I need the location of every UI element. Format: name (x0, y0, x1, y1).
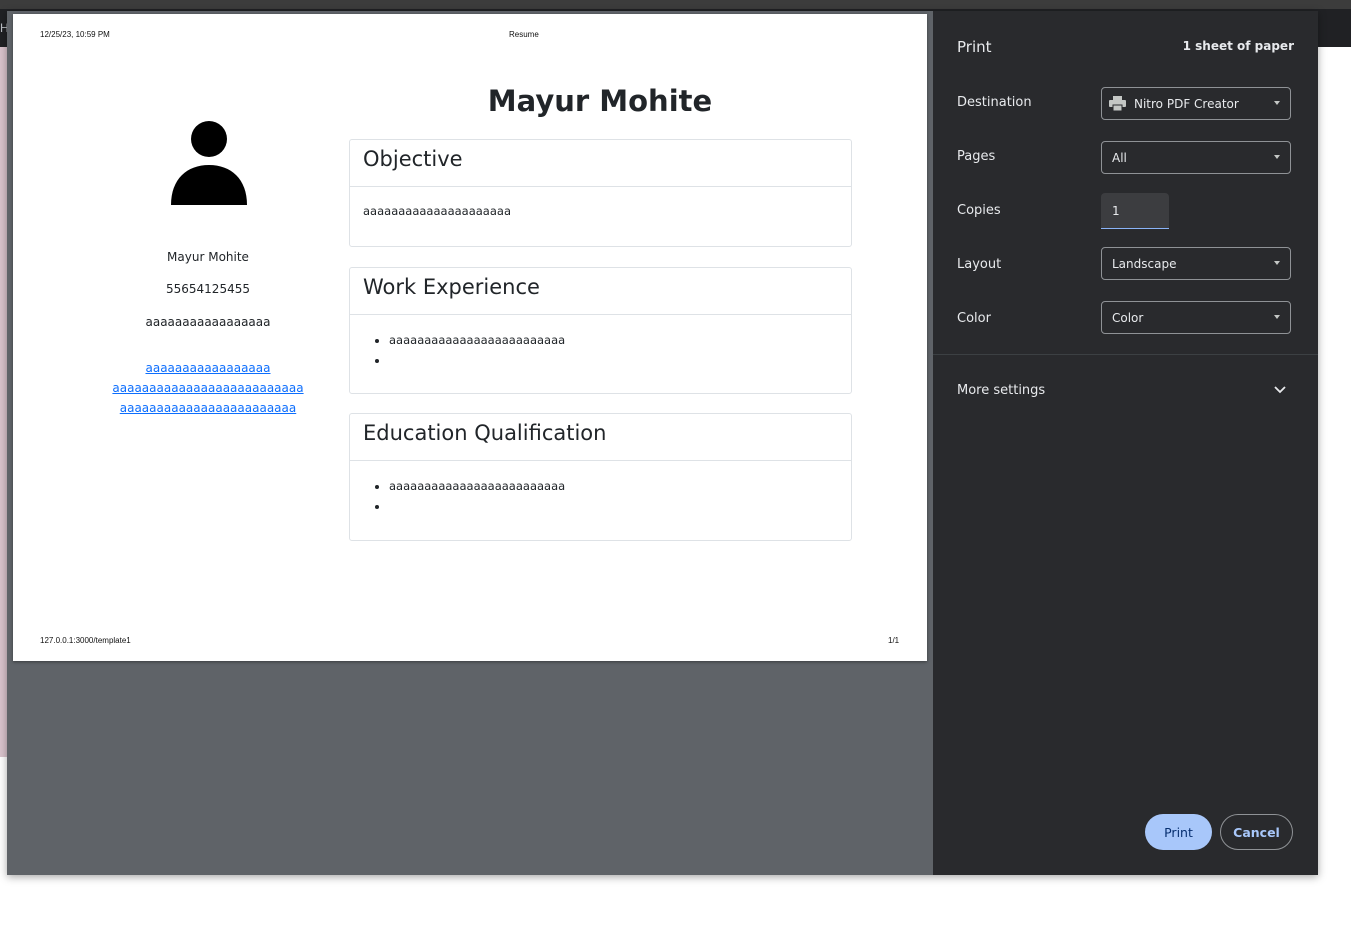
destination-label: Destination (957, 95, 1032, 110)
destination-value: Nitro PDF Creator (1134, 97, 1239, 111)
list-item: aaaaaaaaaaaaaaaaaaaaaaaaa (389, 476, 565, 496)
person-avatar-icon (171, 121, 247, 205)
printer-icon (1109, 96, 1126, 111)
education-card: Education Qualification aaaaaaaaaaaaaaaa… (349, 413, 852, 541)
work-experience-list: aaaaaaaaaaaaaaaaaaaaaaaaa (363, 330, 565, 370)
caret-down-icon (1274, 315, 1280, 319)
pages-label: Pages (957, 149, 996, 164)
page-header-title: Resume (509, 30, 539, 39)
objective-text: aaaaaaaaaaaaaaaaaaaaa (363, 204, 511, 218)
color-value: Color (1112, 311, 1144, 325)
list-item (389, 496, 565, 516)
color-label: Color (957, 311, 991, 326)
objective-card: Objective aaaaaaaaaaaaaaaaaaaaa (349, 139, 852, 247)
print-settings-panel: Print 1 sheet of paper Destination Nitro… (933, 11, 1318, 875)
education-list: aaaaaaaaaaaaaaaaaaaaaaaaa (363, 476, 565, 516)
print-button[interactable]: Print (1145, 814, 1212, 850)
sidebar-text: aaaaaaaaaaaaaaaaa (145, 315, 271, 329)
education-title: Education Qualification (363, 421, 607, 445)
layout-value: Landscape (1112, 257, 1177, 271)
more-settings-toggle[interactable]: More settings (957, 383, 1045, 398)
panel-divider (933, 354, 1318, 355)
work-experience-title: Work Experience (363, 275, 540, 299)
cancel-button[interactable]: Cancel (1220, 814, 1293, 850)
pages-value: All (1112, 151, 1127, 165)
layout-select[interactable]: Landscape (1101, 247, 1291, 280)
chevron-down-icon[interactable] (1274, 386, 1286, 394)
work-experience-card: Work Experience aaaaaaaaaaaaaaaaaaaaaaaa… (349, 267, 852, 394)
sidebar-name: Mayur Mohite (167, 250, 249, 264)
layout-label: Layout (957, 257, 1002, 272)
color-select[interactable]: Color (1101, 301, 1291, 334)
page-footer-page-number: 1/1 (888, 636, 900, 645)
panel-title: Print (957, 38, 992, 56)
pages-select[interactable]: All (1101, 141, 1291, 174)
objective-card-header: Objective (350, 140, 851, 187)
page-header-date: 12/25/23, 10:59 PM (40, 30, 110, 39)
sheet-count: 1 sheet of paper (1182, 39, 1294, 53)
sidebar-link-3[interactable]: aaaaaaaaaaaaaaaaaaaaaaaa (103, 401, 313, 415)
sidebar-link-2[interactable]: aaaaaaaaaaaaaaaaaaaaaaaaaa (103, 381, 313, 395)
resume-heading: Mayur Mohite (487, 84, 713, 118)
caret-down-icon (1274, 155, 1280, 159)
sidebar-phone: 55654125455 (166, 282, 250, 296)
page-footer-url: 127.0.0.1:3000/template1 (40, 636, 131, 645)
copies-label: Copies (957, 203, 1001, 218)
print-preview-area[interactable]: 12/25/23, 10:59 PM Resume Mayur Mohite 5… (7, 11, 933, 875)
work-experience-card-header: Work Experience (350, 268, 851, 315)
caret-down-icon (1274, 101, 1280, 105)
destination-select[interactable]: Nitro PDF Creator (1101, 87, 1291, 120)
sidebar-link-1[interactable]: aaaaaaaaaaaaaaaaa (103, 361, 313, 375)
objective-title: Objective (363, 147, 463, 171)
caret-down-icon (1274, 261, 1280, 265)
copies-input[interactable]: 1 (1101, 193, 1169, 229)
list-item (389, 350, 565, 370)
list-item: aaaaaaaaaaaaaaaaaaaaaaaaa (389, 330, 565, 350)
page-background-strip (0, 47, 7, 757)
education-card-header: Education Qualification (350, 414, 851, 461)
copies-value: 1 (1112, 204, 1120, 218)
browser-top-bar (0, 0, 1351, 9)
preview-page: 12/25/23, 10:59 PM Resume Mayur Mohite 5… (13, 14, 927, 661)
print-dialog: 12/25/23, 10:59 PM Resume Mayur Mohite 5… (7, 11, 1318, 875)
